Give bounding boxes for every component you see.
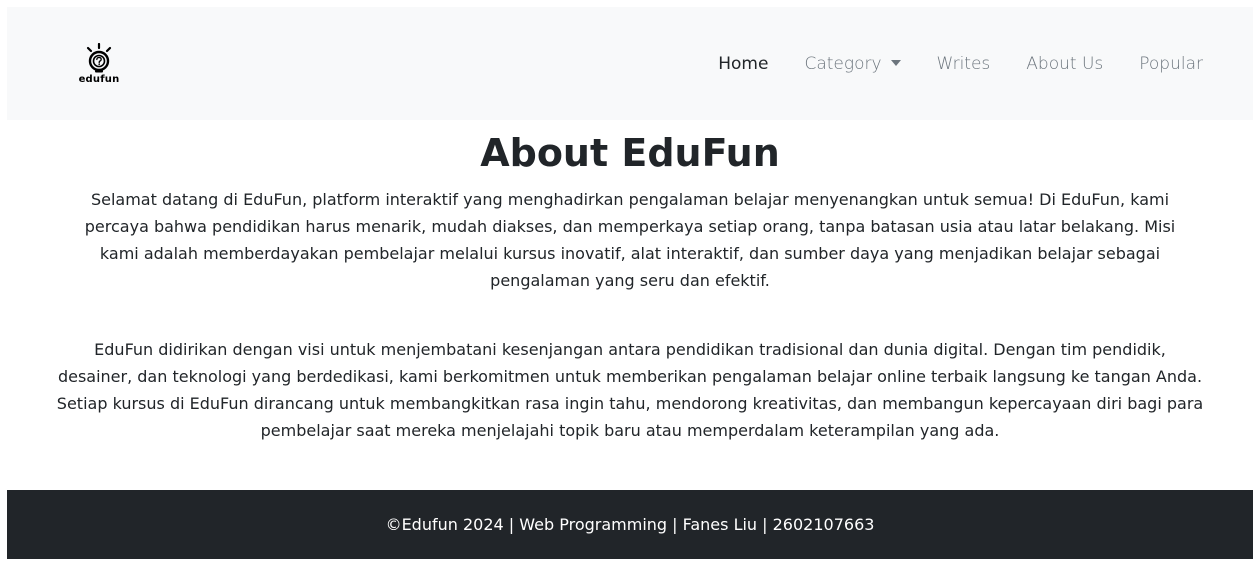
nav-menu: Home Category Writes About Us Popular [718,54,1203,74]
caret-down-icon [890,59,901,66]
about-paragraph-2: EduFun didirikan dengan visi untuk menje… [56,340,1204,440]
nav-popular[interactable]: Popular [1139,54,1203,74]
footer: ©Edufun 2024 | Web Programming | Fanes L… [7,490,1253,559]
nav-category-dropdown[interactable]: Category [804,53,901,74]
nav-about-us[interactable]: About Us [1026,54,1103,74]
lightbulb-question-icon [86,42,112,72]
brand-logo[interactable]: edufun [78,42,120,85]
brand-name: edufun [78,73,120,85]
nav-home[interactable]: Home [718,54,768,74]
nav-category-label: Category [804,53,882,74]
about-paragraph-1: Selamat datang di EduFun, platform inter… [84,190,1176,290]
main-content: About EduFun Selamat datang di EduFun, p… [7,130,1253,444]
nav-writes[interactable]: Writes [937,54,991,74]
page-title: About EduFun [480,131,780,175]
page: edufun Home Category Writes About Us Pop… [7,7,1253,559]
footer-text: ©Edufun 2024 | Web Programming | Fanes L… [385,515,875,534]
navbar: edufun Home Category Writes About Us Pop… [7,7,1253,120]
